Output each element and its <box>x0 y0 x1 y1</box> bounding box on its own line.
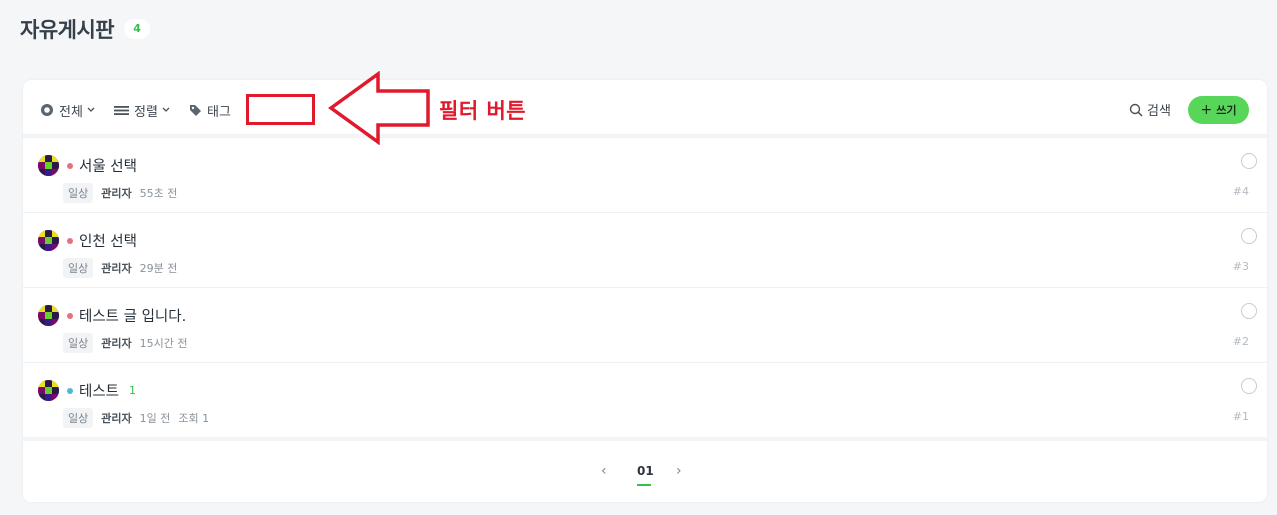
select-checkbox[interactable] <box>1241 378 1257 394</box>
post-time: 15시간 전 <box>139 337 188 350</box>
post-number: #3 <box>1232 260 1249 273</box>
category-badge: 일상 <box>63 183 94 203</box>
post-time: 55초 전 <box>139 187 178 200</box>
sort-label: 정렬 <box>134 104 158 120</box>
select-checkbox[interactable] <box>1241 153 1257 169</box>
author-name: 관리자 <box>101 262 132 275</box>
board-panel: 전체 정렬 태그 필터 버튼 검색 + 쓰기 서울 선택 일상 관리자 55초 … <box>23 71 1267 502</box>
status-dot <box>67 238 73 244</box>
post-meta: 일상 관리자 15시간 전 <box>63 333 195 353</box>
post-meta: 일상 관리자 29분 전 <box>63 258 185 278</box>
comment-count: 1 <box>129 384 136 397</box>
post-number: #4 <box>1232 185 1249 198</box>
category-badge: 일상 <box>63 258 94 278</box>
chevron-down-icon <box>162 107 170 112</box>
write-label: 쓰기 <box>1216 104 1237 117</box>
select-checkbox[interactable] <box>1241 228 1257 244</box>
post-row[interactable]: 테스트 글 입니다. 일상 관리자 15시간 전 #2 <box>23 288 1267 363</box>
author-name: 관리자 <box>101 337 132 350</box>
select-checkbox[interactable] <box>1241 303 1257 319</box>
filter-all-label: 전체 <box>59 104 83 120</box>
view-count: 조회 1 <box>178 412 210 425</box>
post-title[interactable]: 테스트 글 입니다. <box>79 305 186 326</box>
sort-dropdown[interactable]: 정렬 <box>114 100 175 120</box>
post-title[interactable]: 서울 선택 <box>79 155 137 176</box>
current-page-indicator <box>637 484 651 486</box>
post-row[interactable]: 인천 선택 일상 관리자 29분 전 #3 <box>23 213 1267 288</box>
list-icon <box>114 105 129 115</box>
post-count-badge: 4 <box>124 19 151 39</box>
post-number: #2 <box>1232 335 1249 348</box>
plus-icon: + <box>1200 102 1213 118</box>
write-post-button[interactable]: + 쓰기 <box>1188 96 1249 124</box>
post-list: 서울 선택 일상 관리자 55초 전 #4 인천 선택 일상 관리자 29분 전… <box>23 138 1267 441</box>
tag-label: 태그 <box>207 104 231 120</box>
category-badge: 일상 <box>63 408 94 428</box>
search-icon <box>1129 103 1143 117</box>
status-dot <box>67 313 73 319</box>
status-dot <box>67 388 73 394</box>
status-dot <box>67 163 73 169</box>
tag-icon <box>190 104 201 116</box>
post-title[interactable]: 테스트 <box>79 380 119 401</box>
tag-filter-button[interactable]: 태그 <box>189 100 231 120</box>
radio-filled-icon <box>41 104 53 116</box>
post-title[interactable]: 인천 선택 <box>79 230 137 251</box>
next-page-button[interactable]: › <box>676 463 682 479</box>
search-label: 검색 <box>1147 104 1171 119</box>
page-header: 자유게시판 4 <box>20 14 151 44</box>
post-row[interactable]: 테스트 1 일상 관리자 1일 전 조회 1 #1 <box>23 363 1267 441</box>
post-row[interactable]: 서울 선택 일상 관리자 55초 전 #4 <box>23 138 1267 213</box>
avatar <box>38 305 59 326</box>
post-meta: 일상 관리자 1일 전 조회 1 <box>63 408 209 428</box>
post-number: #1 <box>1232 410 1249 423</box>
annotation-label: 필터 버튼 <box>439 99 527 123</box>
avatar <box>38 155 59 176</box>
annotation-highlight-box <box>246 94 315 125</box>
annotation-arrow-icon <box>328 71 430 145</box>
post-time: 1일 전 <box>139 412 171 425</box>
avatar <box>38 380 59 401</box>
pagination: ‹ 01 › <box>23 440 1267 502</box>
page-title: 자유게시판 <box>20 18 115 42</box>
search-button[interactable]: 검색 <box>1129 100 1171 119</box>
author-name: 관리자 <box>101 412 132 425</box>
post-time: 29분 전 <box>139 262 178 275</box>
chevron-down-icon <box>87 107 95 112</box>
category-badge: 일상 <box>63 333 94 353</box>
prev-page-button[interactable]: ‹ <box>601 463 607 479</box>
author-name: 관리자 <box>101 187 132 200</box>
filter-all-dropdown[interactable]: 전체 <box>40 100 100 120</box>
board-toolbar: 전체 정렬 태그 필터 버튼 검색 + 쓰기 <box>23 71 1267 145</box>
avatar <box>38 230 59 251</box>
page-current[interactable]: 01 <box>637 464 654 478</box>
post-meta: 일상 관리자 55초 전 <box>63 183 185 203</box>
